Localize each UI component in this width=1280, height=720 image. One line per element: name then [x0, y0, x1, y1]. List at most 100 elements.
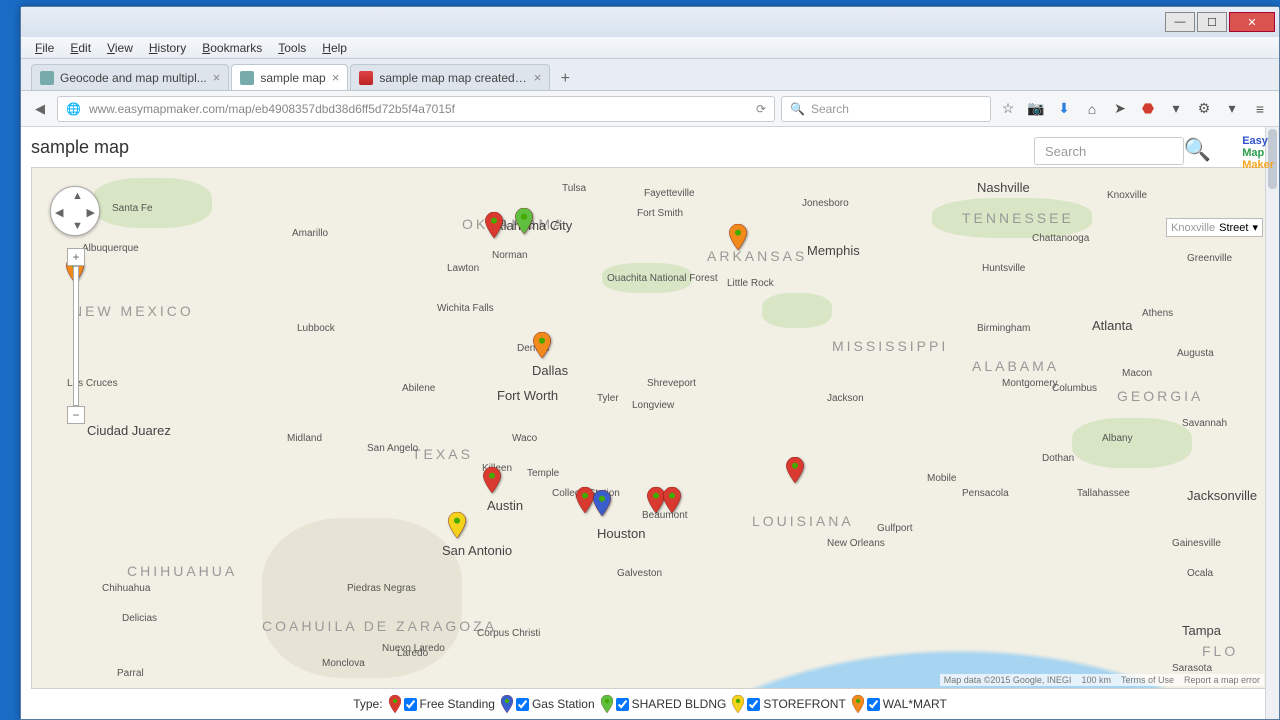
search-icon: 🔍	[790, 102, 805, 116]
legend-item[interactable]: SHARED BLDNG	[601, 695, 727, 713]
report-link[interactable]: Report a map error	[1184, 675, 1260, 685]
tab-label: sample map	[260, 71, 325, 85]
menu-edit[interactable]: Edit	[62, 41, 99, 55]
tab-close-icon[interactable]: ×	[213, 70, 221, 85]
state-label: ARKANSAS	[707, 248, 807, 264]
browser-tab[interactable]: sample map map created ... ×	[350, 64, 550, 90]
zoom-out-button[interactable]: −	[67, 406, 85, 424]
location-arrow-icon[interactable]: ➤	[1109, 98, 1131, 120]
maximize-button[interactable]: ☐	[1197, 12, 1227, 32]
city-label: Montgomery	[1002, 378, 1058, 389]
city-label: Ouachita National Forest	[607, 273, 718, 284]
map-marker[interactable]	[533, 332, 551, 358]
tab-favicon	[40, 71, 54, 85]
city-label: Amarillo	[292, 228, 328, 239]
download-icon[interactable]: ⬇	[1053, 98, 1075, 120]
close-button[interactable]: ✕	[1229, 12, 1275, 32]
tab-label: sample map map created ...	[379, 71, 527, 85]
tab-label: Geocode and map multipl...	[60, 71, 207, 85]
city-label: Santa Fe	[112, 203, 153, 214]
state-label: FLO	[1202, 643, 1238, 659]
back-button[interactable]: ◀	[29, 98, 51, 120]
legend-item[interactable]: Gas Station	[501, 695, 595, 713]
extension-icon[interactable]: ⚙	[1193, 98, 1215, 120]
map-marker[interactable]	[786, 457, 804, 483]
legend-item[interactable]: STOREFRONT	[732, 695, 845, 713]
city-label: Galveston	[617, 568, 662, 579]
browser-tab[interactable]: sample map ×	[231, 64, 348, 90]
city-label: Atlanta	[1092, 318, 1132, 333]
legend-checkbox[interactable]	[516, 698, 529, 711]
map-marker[interactable]	[663, 487, 681, 513]
city-label: Chihuahua	[102, 583, 150, 594]
reload-button[interactable]: ⟳	[756, 102, 766, 116]
city-label: Corpus Christi	[477, 628, 540, 639]
tab-close-icon[interactable]: ×	[332, 70, 340, 85]
dropdown-icon-2[interactable]: ▾	[1221, 98, 1243, 120]
city-label: Tallahassee	[1077, 488, 1130, 499]
map-canvas[interactable]: Knoxville Street▾ ▲ ▼ ◀ ▶ + − OKLAHOMANE…	[31, 167, 1269, 689]
adblock-icon[interactable]: ⬣	[1137, 98, 1159, 120]
menu-file[interactable]: File	[27, 41, 62, 55]
map-search-icon[interactable]: 🔍	[1184, 137, 1211, 163]
new-tab-button[interactable]: +	[552, 68, 578, 90]
browser-tab[interactable]: Geocode and map multipl... ×	[31, 64, 229, 90]
terms-link[interactable]: Terms of Use	[1121, 675, 1174, 685]
zoom-in-button[interactable]: +	[67, 248, 85, 266]
city-label: Fort Smith	[637, 208, 683, 219]
pan-north-icon[interactable]: ▲	[72, 190, 83, 202]
dropdown-icon[interactable]: ▾	[1165, 98, 1187, 120]
menu-view[interactable]: View	[99, 41, 141, 55]
map-marker[interactable]	[483, 467, 501, 493]
browser-search-box[interactable]: 🔍 Search	[781, 96, 991, 122]
tab-close-icon[interactable]: ×	[534, 70, 542, 85]
menu-help[interactable]: Help	[314, 41, 355, 55]
city-label: Parral	[117, 668, 144, 679]
pan-south-icon[interactable]: ▼	[72, 220, 83, 232]
map-marker[interactable]	[729, 224, 747, 250]
map-marker[interactable]	[485, 212, 503, 238]
vertical-scrollbar[interactable]	[1265, 127, 1279, 719]
bookmark-star-icon[interactable]: ☆	[997, 98, 1019, 120]
legend-pin-icon	[601, 695, 613, 713]
minimize-button[interactable]: —	[1165, 12, 1195, 32]
city-label: Dallas	[532, 363, 568, 378]
map-marker[interactable]	[448, 512, 466, 538]
pan-east-icon[interactable]: ▶	[87, 206, 95, 219]
city-label: Waco	[512, 433, 537, 444]
address-bar[interactable]: 🌐 www.easymapmaker.com/map/eb4908357dbd3…	[57, 96, 775, 122]
legend-pin-icon	[389, 695, 401, 713]
home-icon[interactable]: ⌂	[1081, 98, 1103, 120]
map-layer-select[interactable]: Knoxville Street▾	[1166, 218, 1263, 237]
map-marker[interactable]	[593, 490, 611, 516]
legend-checkbox[interactable]	[404, 698, 417, 711]
city-label: San Antonio	[442, 543, 512, 558]
legend-pin-icon	[732, 695, 744, 713]
legend-item[interactable]: WAL*MART	[852, 695, 947, 713]
zoom-slider[interactable]	[73, 266, 79, 406]
hamburger-menu-icon[interactable]: ≡	[1249, 98, 1271, 120]
pan-west-icon[interactable]: ◀	[55, 206, 63, 219]
city-label: Abilene	[402, 383, 435, 394]
legend-item[interactable]: Free Standing	[389, 695, 495, 713]
menu-history[interactable]: History	[141, 41, 194, 55]
city-label: Birmingham	[977, 323, 1030, 334]
map-search-input[interactable]: Search	[1034, 137, 1184, 165]
city-label: Macon	[1122, 368, 1152, 379]
legend-checkbox[interactable]	[867, 698, 880, 711]
pan-control[interactable]: ▲ ▼ ◀ ▶	[50, 186, 100, 236]
city-label: Jonesboro	[802, 198, 849, 209]
state-label: TEXAS	[412, 446, 473, 462]
city-label: Wichita Falls	[437, 303, 494, 314]
map-marker[interactable]	[515, 208, 533, 234]
legend-checkbox[interactable]	[616, 698, 629, 711]
camera-icon[interactable]: 📷	[1025, 98, 1047, 120]
city-label: Augusta	[1177, 348, 1214, 359]
city-label: Lawton	[447, 263, 479, 274]
menu-tools[interactable]: Tools	[270, 41, 314, 55]
window-controls: — ☐ ✕	[21, 7, 1279, 37]
legend-checkbox[interactable]	[747, 698, 760, 711]
map-marker[interactable]	[576, 487, 594, 513]
tab-strip: Geocode and map multipl...×sample map×sa…	[21, 59, 1279, 91]
menu-bookmarks[interactable]: Bookmarks	[194, 41, 270, 55]
